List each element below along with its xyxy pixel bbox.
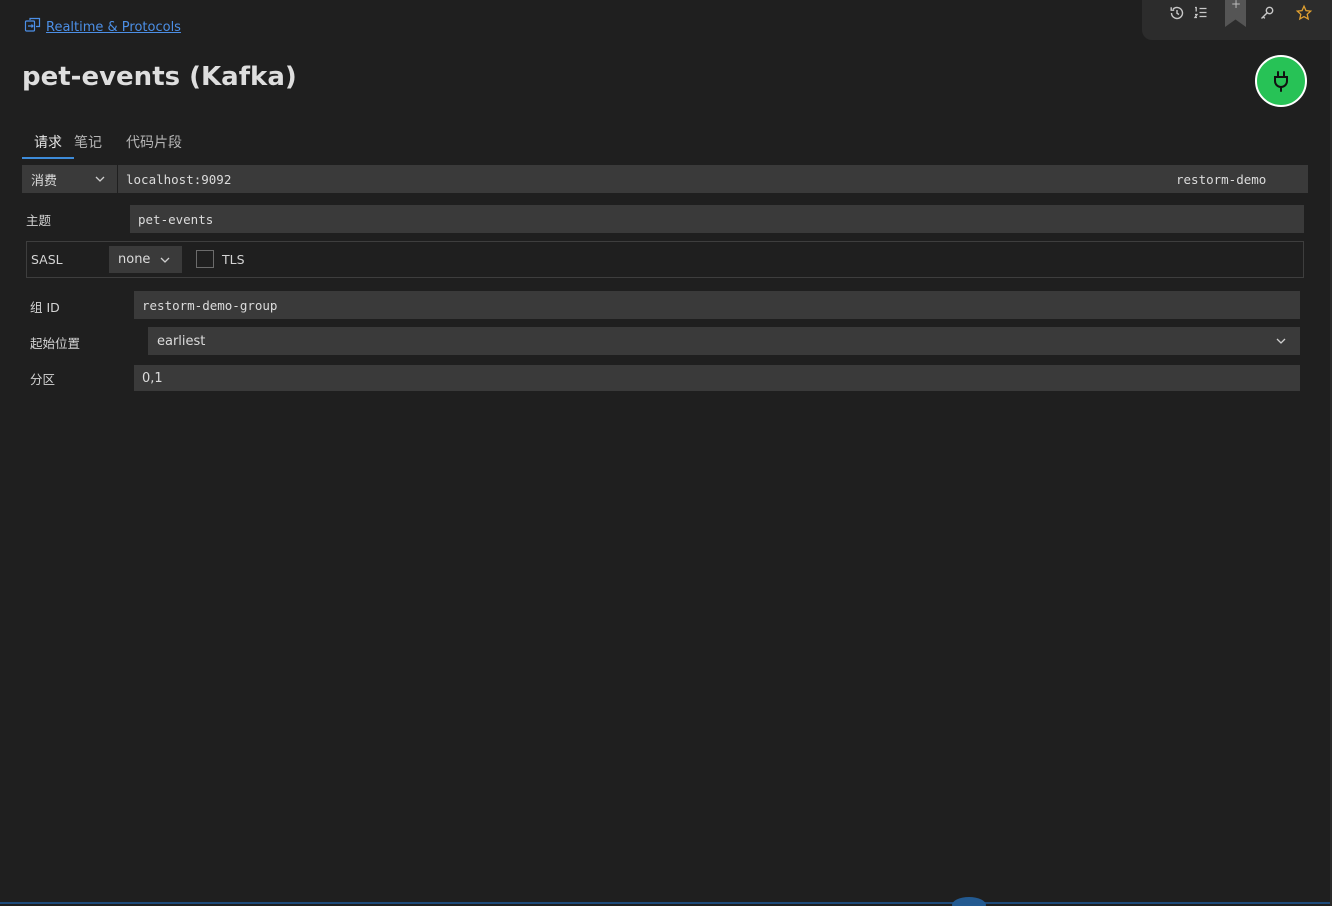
environment-label[interactable]: restorm-demo [1176,165,1266,193]
group-id-label: 组 ID [30,300,60,315]
url-value: localhost:9092 [126,171,232,187]
start-position-value: earliest [157,333,206,349]
breadcrumb-link[interactable]: Realtime & Protocols [46,20,181,35]
topic-label: 主题 [26,213,52,228]
chevron-down-icon [1276,338,1286,344]
start-position-select[interactable]: earliest [148,327,1300,355]
chevron-down-icon [95,176,105,182]
sasl-select-value: none [118,252,151,267]
breadcrumb: Realtime & Protocols [24,17,181,37]
sasl-group [26,241,1304,278]
chevron-down-icon [160,257,170,263]
sasl-select[interactable]: none [109,246,182,273]
tls-label: TLS [222,252,245,267]
group-id-value: restorm-demo-group [142,297,278,313]
partition-label: 分区 [30,372,56,387]
page-title: pet-events (Kafka) [22,62,297,92]
start-position-label: 起始位置 [30,336,81,351]
tls-checkbox[interactable] [196,250,214,268]
numbered-list-icon[interactable] [1192,4,1210,22]
mode-select-value: 消费 [31,173,58,189]
bottom-indicator [952,897,986,906]
tab-request[interactable]: 请求 [22,128,74,159]
connect-button[interactable] [1255,55,1307,107]
tab-bar: 请求 笔记 代码片段 [22,128,194,159]
sasl-label: SASL [31,252,63,267]
tab-notes[interactable]: 笔记 [74,128,126,157]
topic-value: pet-events [138,211,214,227]
key-icon[interactable] [1258,4,1276,22]
group-id-input[interactable]: restorm-demo-group [134,291,1300,319]
plug-icon [1274,71,1288,92]
tab-snippets[interactable]: 代码片段 [126,128,194,157]
partition-input[interactable]: 0,1 [134,365,1300,391]
topic-input[interactable]: pet-events [130,205,1304,233]
page: + Realtime & Protocols pet-events (Kafka… [0,0,1332,906]
bottom-border [0,902,1332,904]
folder-swap-icon [24,17,42,37]
mode-select[interactable]: 消费 [22,165,117,193]
partition-value: 0,1 [142,370,163,386]
url-input[interactable]: localhost:9092 [118,165,1308,193]
star-icon[interactable] [1295,4,1313,22]
history-icon[interactable] [1168,4,1186,22]
